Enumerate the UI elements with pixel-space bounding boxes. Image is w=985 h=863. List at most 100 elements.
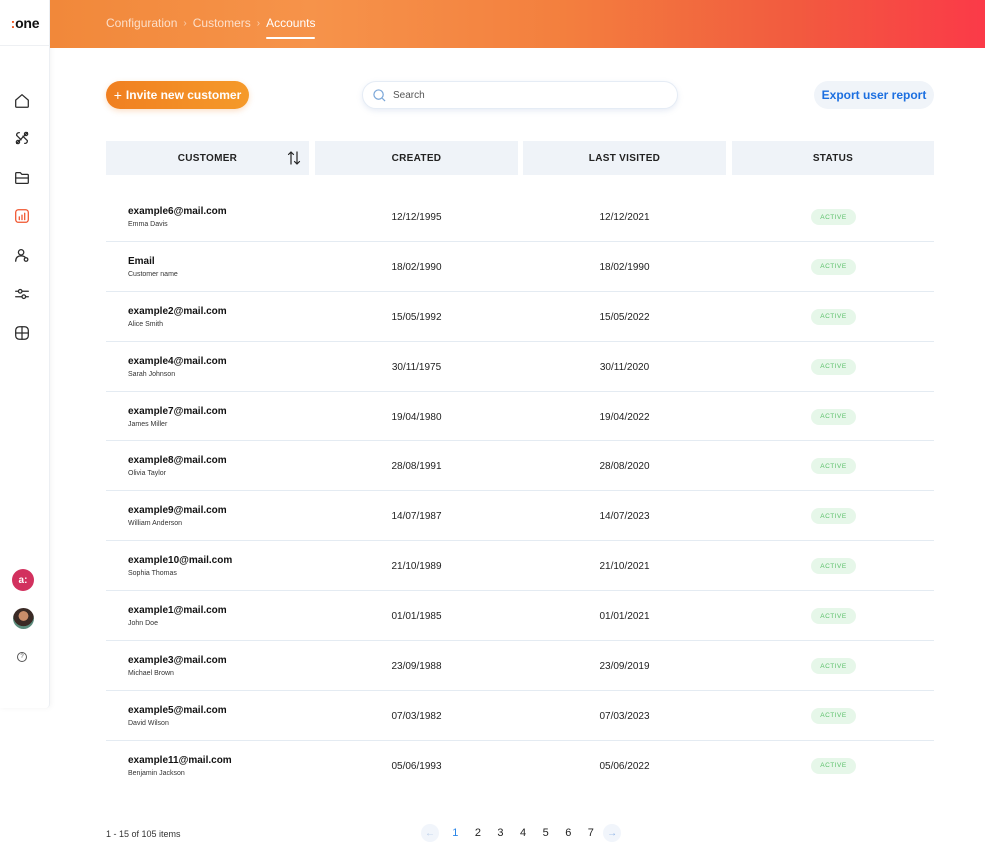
column-header-customer[interactable]: CUSTOMER xyxy=(106,141,309,175)
customer-name: David Wilson xyxy=(128,719,169,727)
table-row[interactable]: example8@mail.com Olivia Taylor 28/08/1991… xyxy=(106,441,934,492)
created-date: 19/04/1980 xyxy=(391,411,442,423)
breadcrumb: Configuration › Customers › Accounts xyxy=(106,16,316,39)
logo-text: one xyxy=(15,14,40,31)
help-icon[interactable]: ? xyxy=(17,652,27,662)
last-visited-date: 18/02/1990 xyxy=(599,261,650,273)
customer-name: James Miller xyxy=(128,420,168,428)
page-number[interactable]: 1 xyxy=(444,827,467,839)
pagination: ← 1234567 → xyxy=(421,824,622,842)
table-row[interactable]: example5@mail.com David Wilson 07/03/1982 0… xyxy=(106,691,934,741)
breadcrumb-configuration[interactable]: Configuration xyxy=(106,16,177,30)
invite-customer-button[interactable]: + Invite new customer xyxy=(106,81,249,109)
breadcrumb-customers[interactable]: Customers xyxy=(193,16,251,30)
column-header-last-visited[interactable]: LAST VISITED xyxy=(523,141,726,175)
page-number[interactable]: 6 xyxy=(557,827,580,839)
table-row[interactable]: example2@mail.com Alice Smith 15/05/1992 15… xyxy=(106,292,934,342)
last-visited-date: 28/08/2020 xyxy=(599,461,650,473)
customer-email[interactable]: example8@mail.com xyxy=(128,455,227,466)
created-date: 14/07/1987 xyxy=(391,511,442,523)
created-date: 28/08/1991 xyxy=(391,461,442,473)
brand-badge[interactable]: a: xyxy=(12,569,34,591)
folder-icon[interactable] xyxy=(12,168,32,188)
created-date: 21/10/1989 xyxy=(391,561,442,573)
created-date: 15/05/1992 xyxy=(391,311,442,323)
integrations-icon[interactable] xyxy=(12,323,32,343)
created-date: 23/09/1988 xyxy=(391,661,442,673)
customer-email[interactable]: example9@mail.com xyxy=(128,505,227,516)
breadcrumb-separator: › xyxy=(183,17,187,29)
page-number[interactable]: 2 xyxy=(467,827,490,839)
table-row[interactable]: example7@mail.com James Miller 19/04/1980 1… xyxy=(106,392,934,442)
search-input[interactable] xyxy=(393,89,653,101)
table-row[interactable]: example9@mail.com William Anderson 14/07/1… xyxy=(106,491,934,542)
last-visited-date: 14/07/2023 xyxy=(599,511,650,523)
search-icon xyxy=(373,88,386,101)
customer-name: Customer name xyxy=(128,270,178,278)
home-icon[interactable] xyxy=(12,91,32,111)
page-number[interactable]: 7 xyxy=(580,827,603,839)
table-row[interactable]: example1@mail.com John Doe 01/01/1985 01/01… xyxy=(106,591,934,642)
status-badge: ACTIVE xyxy=(811,608,856,625)
reports-icon[interactable] xyxy=(12,206,32,226)
column-header-status[interactable]: STATUS xyxy=(732,141,934,175)
status-badge: ACTIVE xyxy=(811,508,856,525)
customer-name: Olivia Taylor xyxy=(128,470,166,478)
next-page-arrow-icon[interactable]: → xyxy=(603,824,622,842)
last-visited-date: 07/03/2023 xyxy=(599,710,650,722)
table-row[interactable]: Email Customer name 18/02/1990 18/02/1990 AC… xyxy=(106,242,934,292)
sidebar: : one a: ? xyxy=(0,0,50,708)
column-header-created[interactable]: CREATED xyxy=(315,141,518,175)
last-visited-date: 12/12/2021 xyxy=(599,212,650,223)
customer-table-body: example6@mail.com Emma Davis 12/12/1995 12/… xyxy=(106,192,934,791)
export-report-button[interactable]: Export user report xyxy=(814,81,934,109)
customer-email[interactable]: example5@mail.com xyxy=(128,705,227,716)
tools-icon[interactable] xyxy=(12,128,32,148)
page-number[interactable]: 3 xyxy=(489,827,512,839)
page-number[interactable]: 4 xyxy=(512,827,535,839)
customer-email[interactable]: example7@mail.com xyxy=(128,406,227,417)
table-row[interactable]: example3@mail.com Michael Brown 23/09/1988… xyxy=(106,641,934,691)
last-visited-date: 05/06/2022 xyxy=(599,760,650,772)
top-header: Configuration › Customers › Accounts xyxy=(50,0,985,48)
customer-name: Sophia Thomas xyxy=(128,570,177,578)
breadcrumb-accounts[interactable]: Accounts xyxy=(266,16,316,39)
sliders-icon[interactable] xyxy=(12,284,32,304)
last-visited-date: 01/01/2021 xyxy=(599,611,650,623)
prev-page-arrow-icon[interactable]: ← xyxy=(421,824,439,842)
search-bar[interactable] xyxy=(362,81,678,109)
customer-email[interactable]: example2@mail.com xyxy=(128,306,227,317)
table-row[interactable]: example4@mail.com Sarah Johnson 30/11/1975… xyxy=(106,342,934,392)
page-number[interactable]: 5 xyxy=(534,827,557,839)
customer-email[interactable]: example6@mail.com xyxy=(128,206,227,217)
status-badge: ACTIVE xyxy=(811,408,856,425)
customer-email[interactable]: example4@mail.com xyxy=(128,356,227,367)
customer-email[interactable]: Email xyxy=(128,256,155,267)
invite-customer-label: Invite new customer xyxy=(125,88,242,102)
status-badge: ACTIVE xyxy=(811,757,856,774)
status-badge: ACTIVE xyxy=(811,358,856,375)
sort-icon[interactable] xyxy=(287,150,301,166)
customer-email[interactable]: example1@mail.com xyxy=(128,605,227,616)
table-row[interactable]: example10@mail.com Sophia Thomas 21/10/198… xyxy=(106,541,934,592)
customer-email[interactable]: example10@mail.com xyxy=(128,555,232,566)
table-row[interactable]: example6@mail.com Emma Davis 12/12/1995 12/… xyxy=(106,192,934,242)
customer-email[interactable]: example11@mail.com xyxy=(128,755,232,766)
app-logo[interactable]: : one xyxy=(0,0,50,46)
last-visited-date: 21/10/2021 xyxy=(599,561,650,573)
last-visited-date: 15/05/2022 xyxy=(599,311,650,323)
created-date: 07/03/1982 xyxy=(391,710,442,722)
created-date: 18/02/1990 xyxy=(391,261,442,273)
avatar[interactable] xyxy=(13,608,34,629)
table-row[interactable]: example11@mail.com Benjamin Jackson 05/06/… xyxy=(106,741,934,791)
column-header-customer-label: CUSTOMER xyxy=(177,152,238,164)
status-badge: ACTIVE xyxy=(811,658,856,675)
created-date: 01/01/1985 xyxy=(391,611,442,623)
customer-email[interactable]: example3@mail.com xyxy=(128,655,227,666)
status-badge: ACTIVE xyxy=(811,308,856,325)
customer-name: Alice Smith xyxy=(128,320,164,328)
customer-name: Michael Brown xyxy=(128,670,174,678)
users-icon[interactable] xyxy=(12,245,32,265)
created-date: 30/11/1975 xyxy=(391,361,442,373)
customer-name: Sarah Johnson xyxy=(128,370,176,378)
